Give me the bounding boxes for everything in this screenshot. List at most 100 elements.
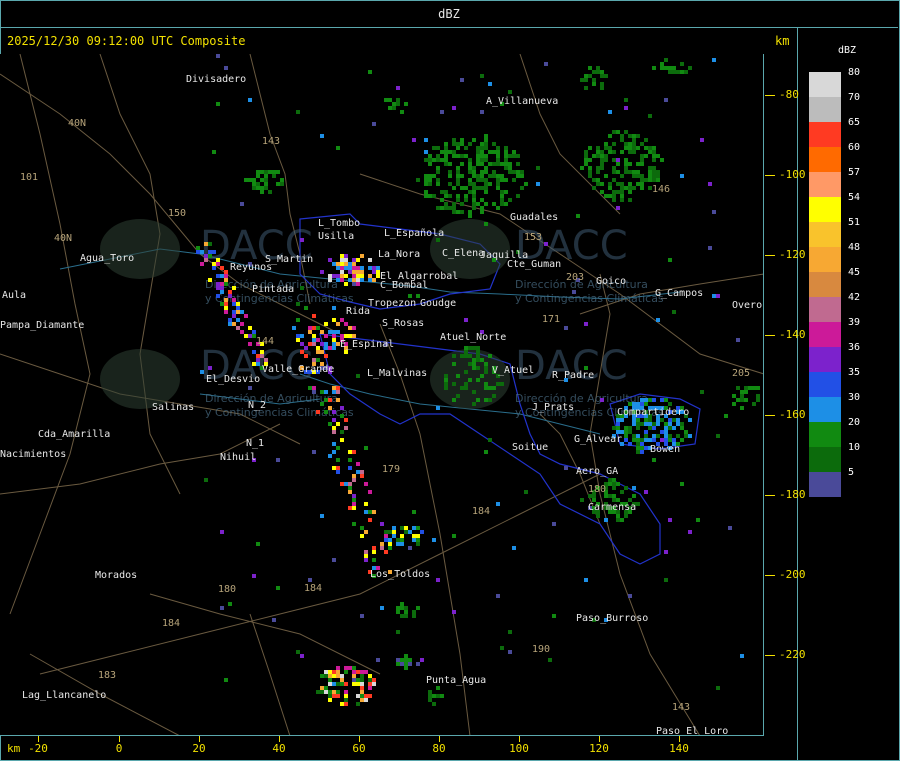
echo-pixel [588,66,592,70]
echo-pixel [636,134,640,138]
echo-pixel [388,98,392,102]
echo-pixel [672,70,676,74]
echo-pixel [668,422,672,426]
legend-label: 51 [848,217,861,228]
echo-pixel [404,654,408,658]
echo-pixel [664,578,668,582]
echo-pixel [516,154,520,158]
radar-map[interactable]: DACC DACC DACC DACC Dirección de Agricul… [0,54,764,736]
echo-pixel [364,670,368,674]
echo-pixel [352,678,356,682]
echo-pixel [460,174,464,178]
echo-pixel [472,390,476,394]
echo-pixel [612,478,616,482]
echo-pixel [468,214,472,218]
echo-pixel [392,534,396,538]
echo-pixel [416,534,420,538]
echo-pixel [428,154,432,158]
legend-label: 57 [848,167,861,178]
echo-pixel [384,534,388,538]
echo-pixel [364,446,368,450]
echo-pixel [332,386,336,390]
echo-pixel [512,150,516,154]
legend-swatch [809,322,841,347]
echo-pixel [332,682,336,686]
echo-pixel [476,158,480,162]
x-tick-label: 60 [352,742,366,755]
echo-pixel [452,138,456,142]
echo-pixel [228,290,232,294]
echo-pixel [492,162,496,166]
radar-map-canvas[interactable]: DACC DACC DACC DACC Dirección de Agricul… [0,54,764,736]
echo-pixel [260,350,264,354]
echo-pixel [308,578,312,582]
echo-pixel [324,354,328,358]
echo-pixel [220,282,224,286]
y-tick-label: -200 [765,568,806,581]
echo-pixel [476,358,480,362]
echo-pixel [492,394,496,398]
x-tick-label: 0 [115,742,123,755]
echo-pixel [612,158,616,162]
echo-pixel [456,374,460,378]
echo-pixel [632,418,636,422]
echo-pixel [340,318,344,322]
echo-pixel [216,262,220,266]
echo-pixel [748,386,752,390]
echo-pixel [636,422,640,426]
echo-pixel [428,194,432,198]
echo-pixel [332,450,336,454]
echo-pixel [324,686,328,690]
echo-pixel [624,146,628,150]
echo-pixel [660,158,664,162]
echo-pixel [608,134,612,138]
echo-pixel [624,98,628,102]
echo-pixel [624,162,628,166]
echo-pixel [352,266,356,270]
echo-pixel [480,146,484,150]
echo-pixel [616,482,620,486]
echo-pixel [496,174,500,178]
echo-pixel [460,202,464,206]
echo-pixel [648,398,652,402]
echo-pixel [480,198,484,202]
echo-pixel [372,278,376,282]
echo-pixel [356,678,360,682]
echo-pixel [220,274,224,278]
echo-pixel [396,542,400,546]
y-tick-text: -180 [779,488,806,501]
echo-pixel [520,170,524,174]
echo-pixel [348,334,352,338]
echo-pixel [636,182,640,186]
echo-pixel [440,198,444,202]
echo-pixel [648,146,652,150]
echo-pixel [620,190,624,194]
echo-pixel [352,282,356,286]
legend-swatch [809,147,841,172]
echo-pixel [600,154,604,158]
echo-pixel [348,450,352,454]
x-tick-label: 120 [589,742,609,755]
y-tick-mark [765,494,775,496]
echo-pixel [740,406,744,410]
echo-pixel [356,670,360,674]
echo-pixel [224,278,228,282]
echo-pixel [412,138,416,142]
echo-pixel [340,254,344,258]
echo-pixel [428,690,432,694]
echo-pixel [456,142,460,146]
echo-pixel [584,322,588,326]
echo-pixel [360,278,364,282]
echo-pixel [444,154,448,158]
echo-pixel [512,546,516,550]
echo-pixel [672,426,676,430]
y-tick-label: -180 [765,488,806,501]
echo-pixel [608,110,612,114]
route-number: 180 [218,584,236,595]
echo-pixel [584,150,588,154]
echo-pixel [424,158,428,162]
x-tick-label: 40 [272,742,286,755]
echo-pixel [452,610,456,614]
route-number: 153 [524,232,542,243]
echo-pixel [620,150,624,154]
